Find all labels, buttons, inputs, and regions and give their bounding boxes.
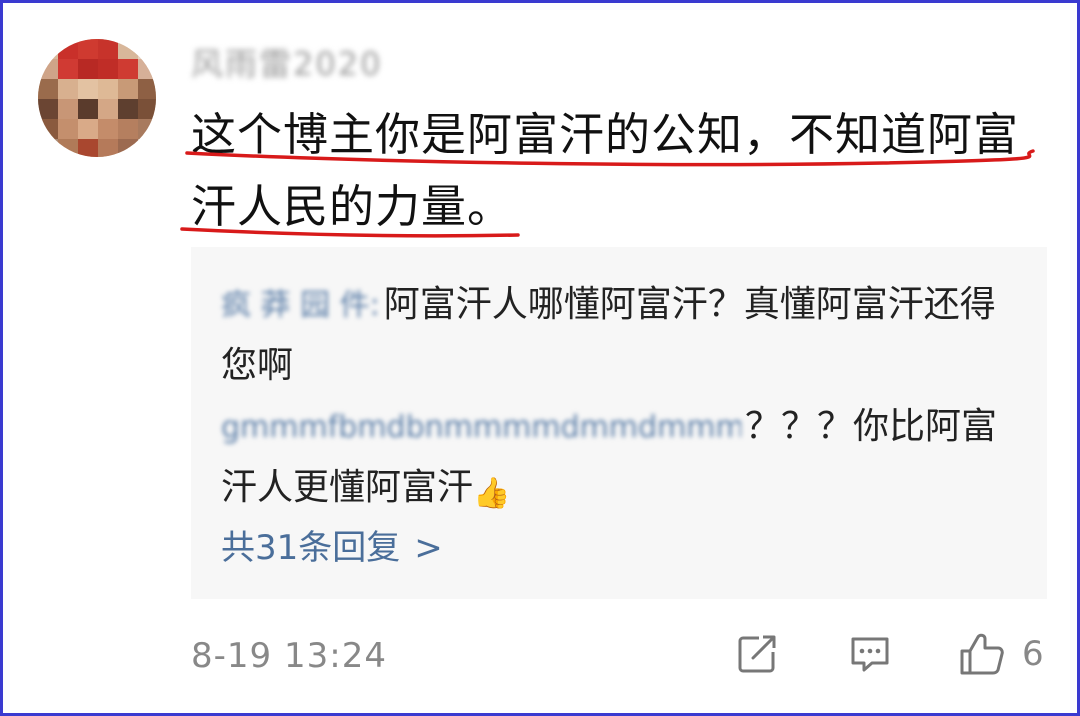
edit-button[interactable]	[735, 629, 779, 679]
reply-username[interactable]: gmmmfbmdbnmmmmdmmdmmml:	[221, 398, 741, 458]
thumbs-up-emoji: 👍	[473, 476, 511, 511]
reply-box: 疯 莽 园 件: 阿富汗人哪懂阿富汗？真懂阿富汗还得您啊 gmmmfbmdbnmm…	[191, 247, 1047, 599]
like-button[interactable]: 6	[958, 629, 1044, 679]
reply-username[interactable]: 疯 莽 园 件:	[221, 276, 380, 336]
edit-icon	[738, 635, 776, 673]
chevron-right-icon: >	[414, 528, 443, 568]
like-count: 6	[1022, 634, 1044, 674]
more-replies-label: 共31条回复	[221, 528, 401, 568]
comment-button[interactable]	[848, 629, 892, 679]
screenshot-frame: 风雨雷2020 这个博主你是阿富汗的公知，不知道阿富汗人民的力量。 疯 莽 园 …	[0, 0, 1080, 716]
comment-timestamp: 8-19 13:24	[191, 636, 387, 676]
comment-text: 这个博主你是阿富汗的公知，不知道阿富汗人民的力量。	[191, 108, 1020, 233]
reply-item: gmmmfbmdbnmmmmdmmdmmml:？？？你比阿富汗人更懂阿富汗👍	[221, 397, 1021, 524]
more-replies-link[interactable]: 共31条回复 >	[221, 523, 443, 573]
thumbs-up-icon	[960, 633, 1004, 675]
reply-item: 疯 莽 园 件: 阿富汗人哪懂阿富汗？真懂阿富汗还得您啊	[221, 275, 1021, 396]
avatar[interactable]	[38, 39, 156, 157]
comment-icon	[851, 637, 889, 672]
comment-username[interactable]: 风雨雷2020	[191, 43, 396, 85]
